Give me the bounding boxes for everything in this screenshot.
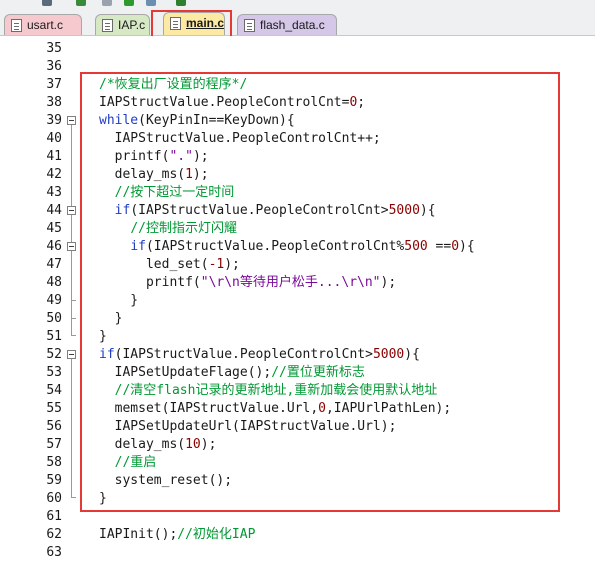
line-number: 53 [46, 365, 62, 380]
fold-guide [71, 359, 72, 497]
fold-guide-end [71, 300, 76, 301]
line-number: 49 [46, 293, 62, 308]
toolbar-icon-2[interactable] [76, 0, 86, 6]
line-number: 52 [46, 347, 62, 362]
tab-usart-c[interactable]: usart.c [4, 14, 82, 35]
line-number: 35 [46, 41, 62, 56]
fold-minus-icon[interactable] [67, 116, 76, 125]
line-number: 44 [46, 203, 62, 218]
file-c-icon [102, 19, 113, 32]
line-number: 51 [46, 329, 62, 344]
line-number: 38 [46, 95, 62, 110]
tab-iap-c[interactable]: IAP.c [95, 14, 150, 35]
toolbar-icon-1[interactable] [42, 0, 52, 6]
line-number: 40 [46, 131, 62, 146]
line-number: 59 [46, 473, 62, 488]
toolbar-icon-4[interactable] [124, 0, 134, 6]
fold-guide [71, 125, 72, 335]
code-highlight-box [80, 72, 560, 512]
line-number: 62 [46, 527, 62, 542]
line-number: 60 [46, 491, 62, 506]
line-number: 47 [46, 257, 62, 272]
line-number: 54 [46, 383, 62, 398]
line-number: 43 [46, 185, 62, 200]
fold-minus-icon[interactable] [67, 242, 76, 251]
tab-flash-data-c[interactable]: flash_data.c [237, 14, 337, 35]
line-number: 37 [46, 77, 62, 92]
line-number: 36 [46, 59, 62, 74]
fold-guide-end [71, 318, 76, 319]
line-number: 46 [46, 239, 62, 254]
line-number: 57 [46, 437, 62, 452]
file-c-icon [11, 19, 22, 32]
toolbar-icon-6[interactable] [176, 0, 186, 6]
code-line[interactable]: IAPInit();//初始化IAP [99, 526, 255, 544]
line-number: 63 [46, 545, 62, 560]
line-number: 50 [46, 311, 62, 326]
file-c-icon [244, 19, 255, 32]
line-number: 61 [46, 509, 62, 524]
fold-minus-icon[interactable] [67, 350, 76, 359]
line-number: 45 [46, 221, 62, 236]
toolbar-icon-5[interactable] [146, 0, 156, 6]
tab-label: usart.c [27, 18, 64, 32]
line-number: 56 [46, 419, 62, 434]
line-number: 48 [46, 275, 62, 290]
fold-guide-end [71, 335, 76, 336]
tab-label: flash_data.c [260, 18, 325, 32]
editor-tab-bar: usart.c IAP.c main.c flash_data.c [0, 8, 595, 36]
fold-guide-end [71, 497, 76, 498]
line-number: 58 [46, 455, 62, 470]
line-number: 39 [46, 113, 62, 128]
line-number: 41 [46, 149, 62, 164]
fold-margin [64, 36, 80, 555]
tab-label: IAP.c [118, 18, 146, 32]
line-number: 55 [46, 401, 62, 416]
fold-minus-icon[interactable] [67, 206, 76, 215]
line-number: 42 [46, 167, 62, 182]
toolbar [0, 0, 595, 8]
toolbar-icon-3[interactable] [102, 0, 112, 6]
